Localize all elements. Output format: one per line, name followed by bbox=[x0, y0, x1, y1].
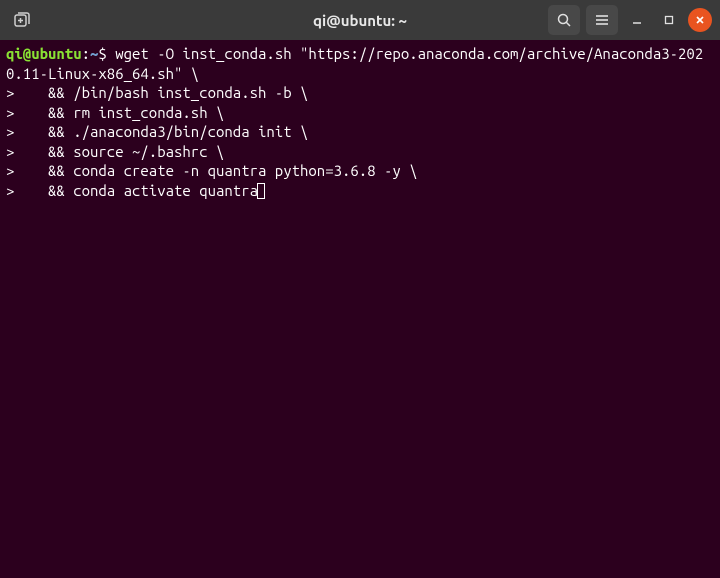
terminal-line: > && source ~/.bashrc \ bbox=[6, 142, 714, 162]
search-button[interactable] bbox=[548, 5, 580, 35]
close-icon bbox=[694, 14, 706, 26]
terminal-line: > && rm inst_conda.sh \ bbox=[6, 103, 714, 123]
prompt-separator: : bbox=[82, 45, 90, 62]
search-icon bbox=[556, 12, 572, 28]
prompt-user-host: qi@ubuntu bbox=[6, 45, 82, 62]
close-button[interactable] bbox=[688, 8, 712, 32]
terminal-line: > && ./anaconda3/bin/conda init \ bbox=[6, 122, 714, 142]
window-title: qi@ubuntu: ~ bbox=[313, 12, 407, 29]
command-text: wget -O inst_conda.sh "https://repo.anac… bbox=[6, 45, 703, 82]
prompt-symbol: $ bbox=[98, 45, 106, 62]
menu-button[interactable] bbox=[586, 5, 618, 35]
terminal-line: qi@ubuntu:~$ wget -O inst_conda.sh "http… bbox=[6, 44, 714, 83]
terminal-body[interactable]: qi@ubuntu:~$ wget -O inst_conda.sh "http… bbox=[0, 40, 720, 578]
maximize-icon bbox=[663, 14, 675, 26]
minimize-button[interactable] bbox=[624, 7, 650, 33]
minimize-icon bbox=[631, 14, 643, 26]
hamburger-icon bbox=[594, 12, 610, 28]
new-tab-button[interactable] bbox=[8, 6, 36, 34]
terminal-line: > && conda activate quantra bbox=[6, 181, 714, 201]
terminal-line: > && conda create -n quantra python=3.6.… bbox=[6, 161, 714, 181]
new-tab-icon bbox=[13, 11, 31, 29]
command-text: > && conda activate quantra bbox=[6, 182, 258, 199]
titlebar-left bbox=[8, 6, 36, 34]
titlebar-right bbox=[548, 5, 712, 35]
maximize-button[interactable] bbox=[656, 7, 682, 33]
terminal-line: > && /bin/bash inst_conda.sh -b \ bbox=[6, 83, 714, 103]
window-titlebar: qi@ubuntu: ~ bbox=[0, 0, 720, 40]
terminal-cursor bbox=[257, 183, 265, 199]
